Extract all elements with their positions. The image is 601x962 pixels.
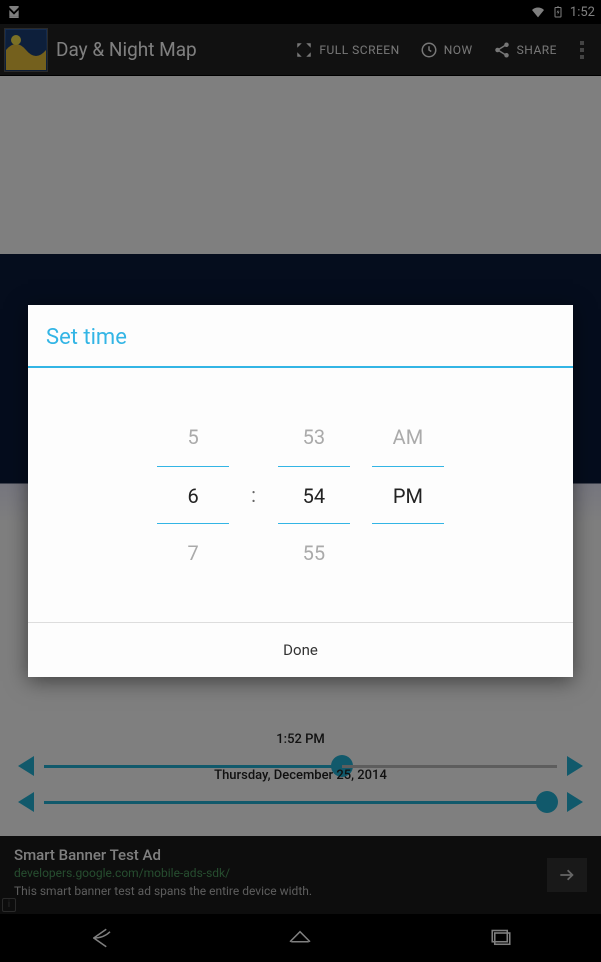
time-pickers: 5 6 7 : 53 54 55 AM PM [28,368,573,622]
hour-prev[interactable]: 5 [157,408,229,466]
minute-picker[interactable]: 53 54 55 [278,408,350,582]
set-time-dialog: Set time 5 6 7 : 53 54 55 AM PM Done [28,305,573,677]
minute-next[interactable]: 55 [278,524,350,582]
time-colon: : [251,466,256,524]
ampm-prev[interactable]: AM [372,408,444,466]
done-button[interactable]: Done [28,622,573,677]
ampm-selected[interactable]: PM [372,466,444,524]
hour-picker[interactable]: 5 6 7 [157,408,229,582]
hour-selected[interactable]: 6 [157,466,229,524]
ampm-picker[interactable]: AM PM [372,408,444,582]
hour-next[interactable]: 7 [157,524,229,582]
minute-selected[interactable]: 54 [278,466,350,524]
dialog-title: Set time [28,305,573,366]
minute-prev[interactable]: 53 [278,408,350,466]
